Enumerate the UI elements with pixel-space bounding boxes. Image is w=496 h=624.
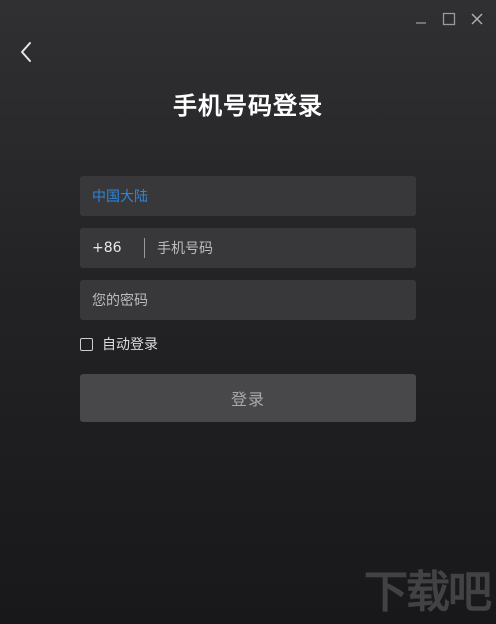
country-code[interactable]: +86: [92, 240, 132, 256]
region-selector[interactable]: 中国大陆: [80, 176, 416, 216]
watermark-logo: 下载吧: [364, 567, 492, 618]
login-window: 手机号码登录 中国大陆 +86 手机号码 您的密码 自动登录 登录 下载吧: [0, 0, 496, 624]
field-divider: [144, 238, 145, 258]
phone-field[interactable]: +86 手机号码: [80, 228, 416, 268]
close-icon: [471, 13, 483, 25]
minimize-button[interactable]: [412, 10, 430, 28]
region-label: 中国大陆: [92, 189, 148, 205]
page-title: 手机号码登录: [173, 92, 323, 120]
auto-login-option[interactable]: 自动登录: [80, 334, 158, 354]
window-controls: [412, 10, 486, 28]
maximize-icon: [442, 12, 456, 26]
auto-login-checkbox[interactable]: [80, 337, 93, 351]
phone-input[interactable]: 手机号码: [157, 238, 213, 258]
password-field[interactable]: 您的密码: [80, 280, 416, 320]
password-input[interactable]: 您的密码: [92, 290, 148, 310]
chevron-left-icon: [21, 42, 31, 62]
close-button[interactable]: [468, 10, 486, 28]
login-button[interactable]: 登录: [80, 374, 416, 422]
back-button[interactable]: [14, 38, 38, 66]
maximize-button[interactable]: [440, 10, 458, 28]
auto-login-label: 自动登录: [102, 337, 158, 353]
minimize-icon: [416, 22, 426, 24]
